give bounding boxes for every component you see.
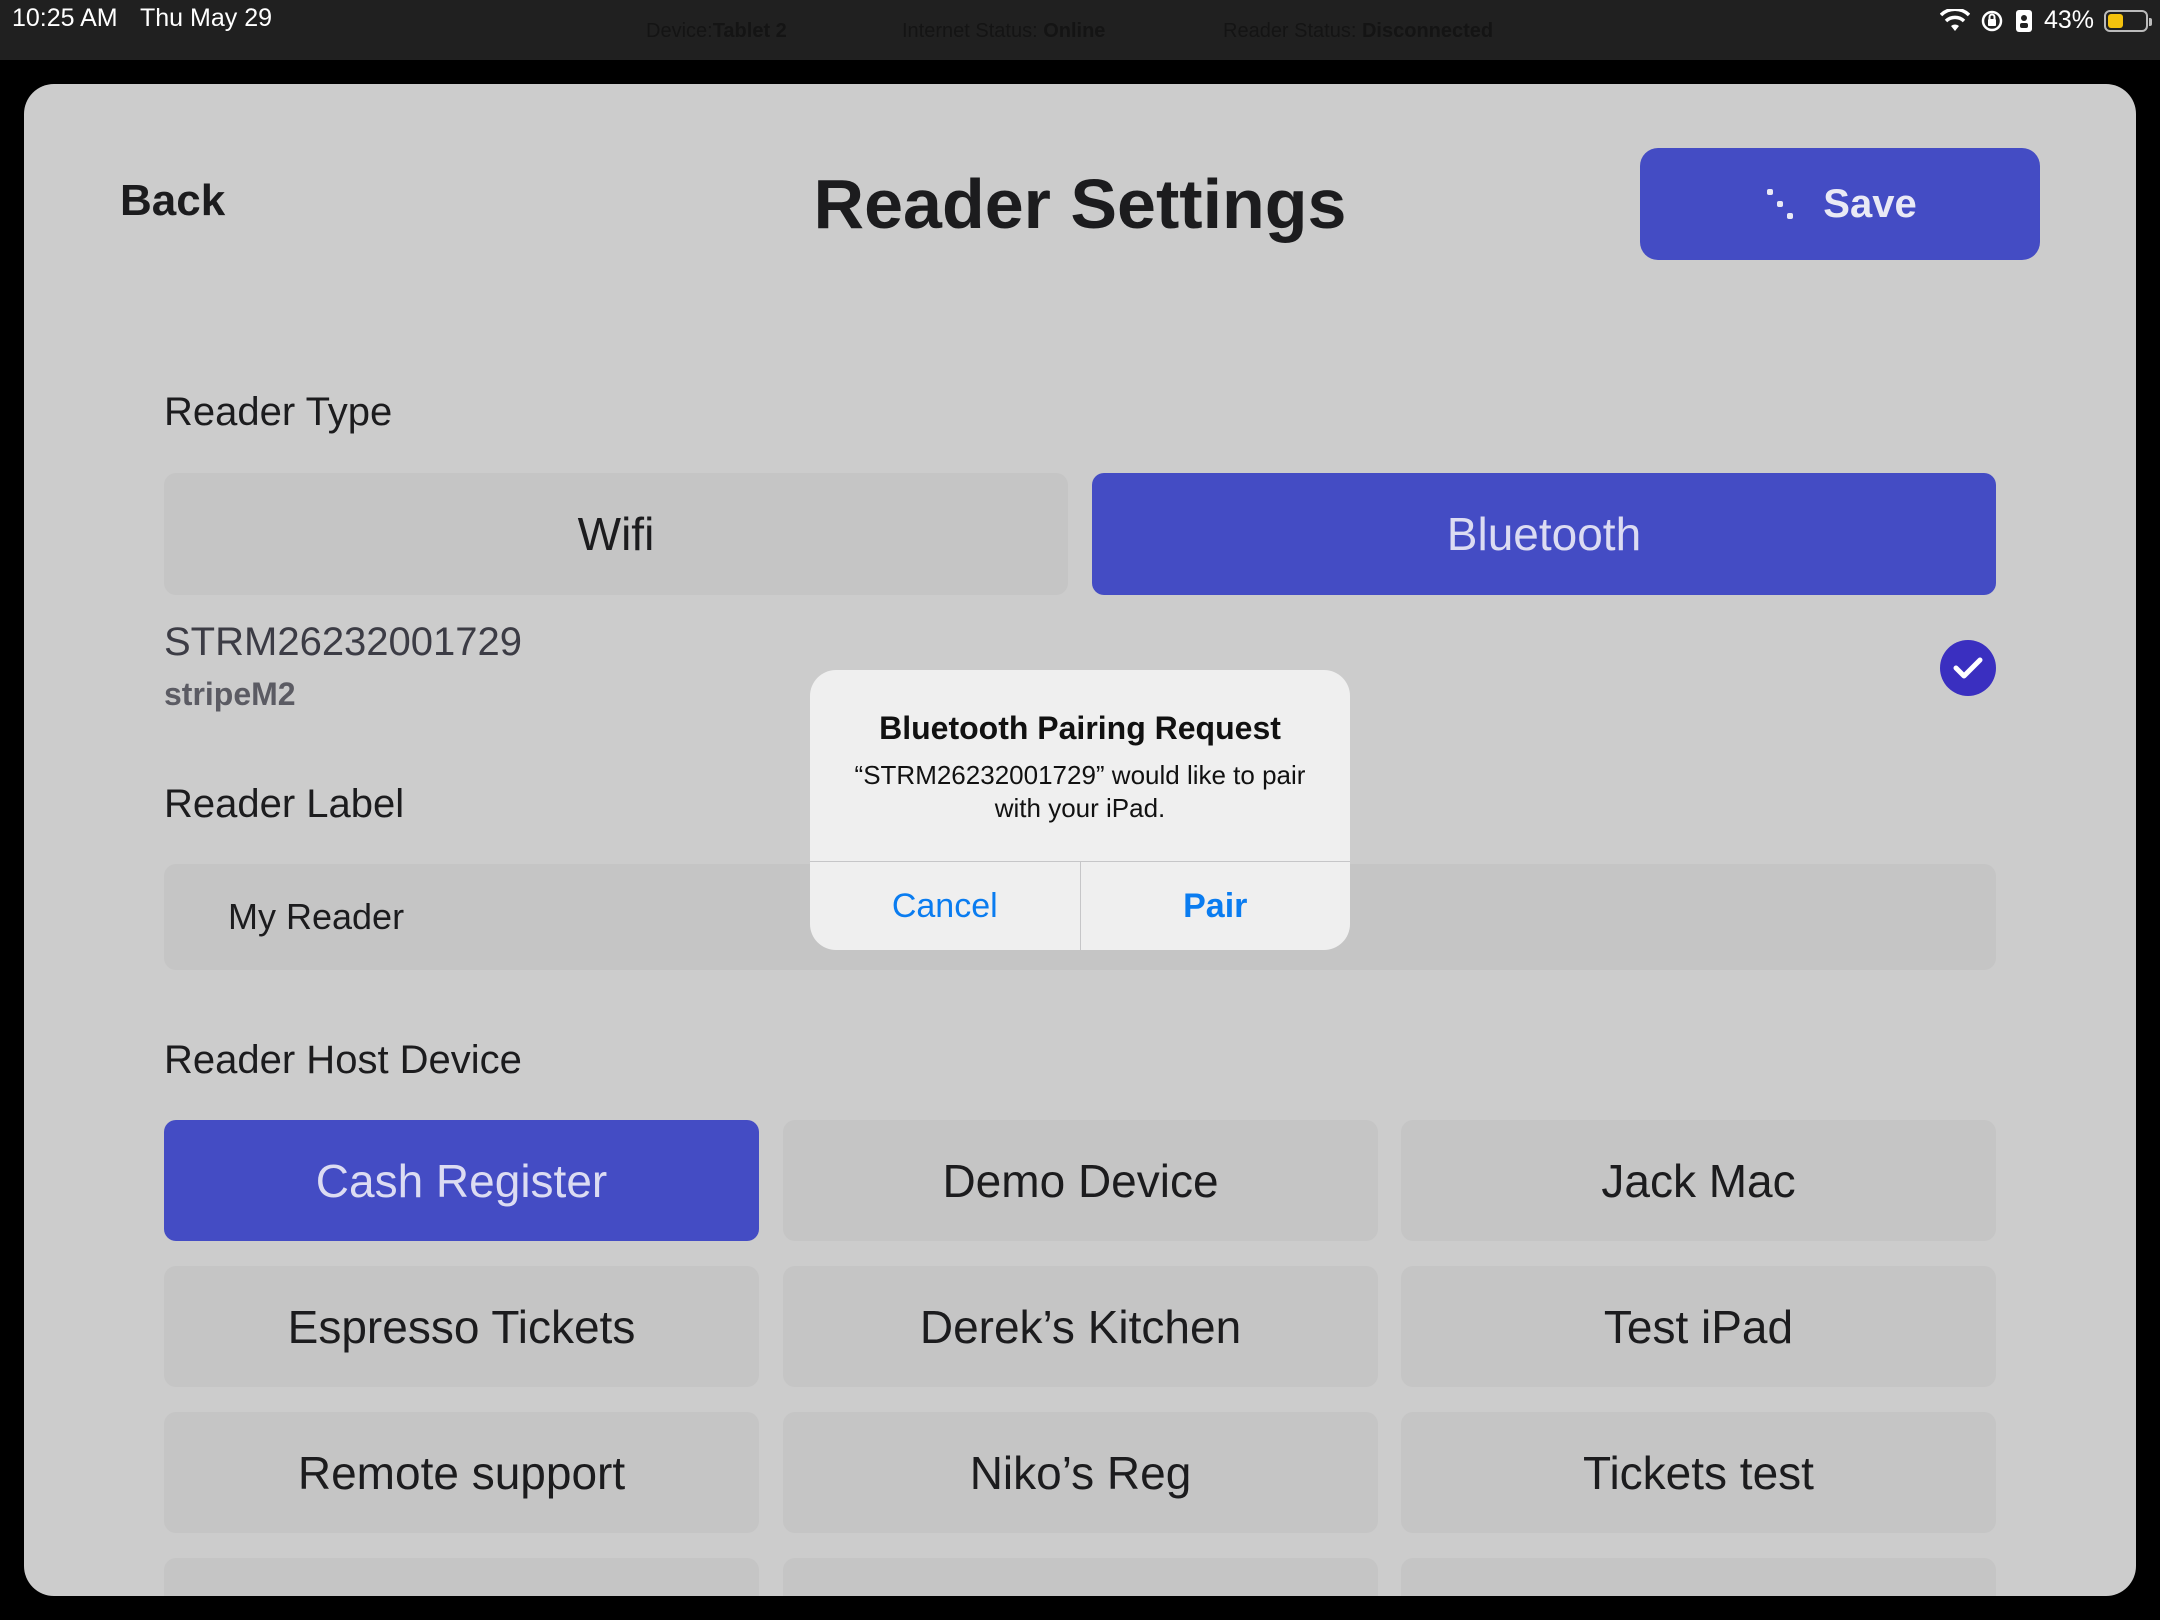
host-device-option-partial[interactable] [783, 1558, 1378, 1596]
wifi-icon [1939, 8, 1970, 31]
reader-status-label: Reader Status: [1223, 20, 1357, 42]
alert-pair-button[interactable]: Pair [1079, 862, 1351, 950]
orientation-lock-icon [1981, 10, 2003, 31]
battery-percent: 43% [2043, 6, 2094, 34]
device-status: Device:Tablet 2 [646, 20, 787, 43]
reader-type-wifi[interactable]: Wifi [164, 473, 1068, 595]
alert-message: “STRM26232001729” would like to pair wit… [854, 760, 1306, 823]
host-device-option[interactable]: Espresso Tickets [164, 1266, 759, 1387]
internet-status: Internet Status: Online [902, 20, 1105, 43]
loading-spinner-icon [1763, 187, 1797, 221]
save-button[interactable]: Save [1640, 148, 2040, 260]
device-status-value: Tablet 2 [712, 20, 787, 42]
battery-fill [2108, 13, 2123, 28]
reader-status-value: Disconnected [1361, 20, 1494, 42]
reader-model: stripeM2 [164, 676, 296, 712]
status-date: Thu May 29 [140, 4, 273, 32]
selected-check-icon[interactable] [1940, 640, 1996, 696]
host-device-option[interactable]: Remote support [164, 1412, 759, 1533]
host-device-option[interactable]: Derek’s Kitchen [783, 1266, 1378, 1387]
host-device-option[interactable]: Niko’s Reg [783, 1412, 1378, 1533]
host-device-heading: Reader Host Device [164, 1038, 522, 1082]
host-device-option-partial[interactable] [164, 1558, 759, 1596]
reader-status: Reader Status: Disconnected [1223, 20, 1493, 43]
battery-icon [2104, 9, 2152, 32]
host-device-option[interactable]: Jack Mac [1401, 1120, 1996, 1241]
alert-button-row: Cancel Pair [810, 861, 1350, 950]
host-device-option[interactable]: Tickets test [1401, 1412, 1996, 1533]
device-status-label: Device: [646, 20, 713, 42]
status-time: 10:25 AM [12, 4, 118, 32]
alert-title: Bluetooth Pairing Request [879, 710, 1281, 746]
bluetooth-pairing-alert: Bluetooth Pairing Request “STRM262320017… [810, 670, 1350, 950]
host-device-option[interactable]: Cash Register [164, 1120, 759, 1241]
host-device-option[interactable]: Test iPad [1401, 1266, 1996, 1387]
alert-cancel-button[interactable]: Cancel [810, 862, 1080, 950]
status-bar: 10:25 AM Thu May 29 Device:Tablet 2 Inte… [0, 0, 2160, 60]
guided-access-icon [2015, 9, 2032, 32]
internet-status-value: Online [1043, 20, 1106, 42]
save-button-label: Save [1823, 181, 1917, 226]
host-device-option-partial[interactable] [1401, 1558, 1996, 1596]
reader-type-bluetooth[interactable]: Bluetooth [1092, 473, 1996, 595]
status-icons: 43% [1939, 6, 2152, 35]
internet-status-label: Internet Status: [902, 20, 1038, 42]
reader-label-heading: Reader Label [164, 782, 405, 826]
host-device-option[interactable]: Demo Device [783, 1120, 1378, 1241]
reader-serial: STRM26232001729 [164, 620, 523, 664]
reader-type-label: Reader Type [164, 390, 393, 434]
